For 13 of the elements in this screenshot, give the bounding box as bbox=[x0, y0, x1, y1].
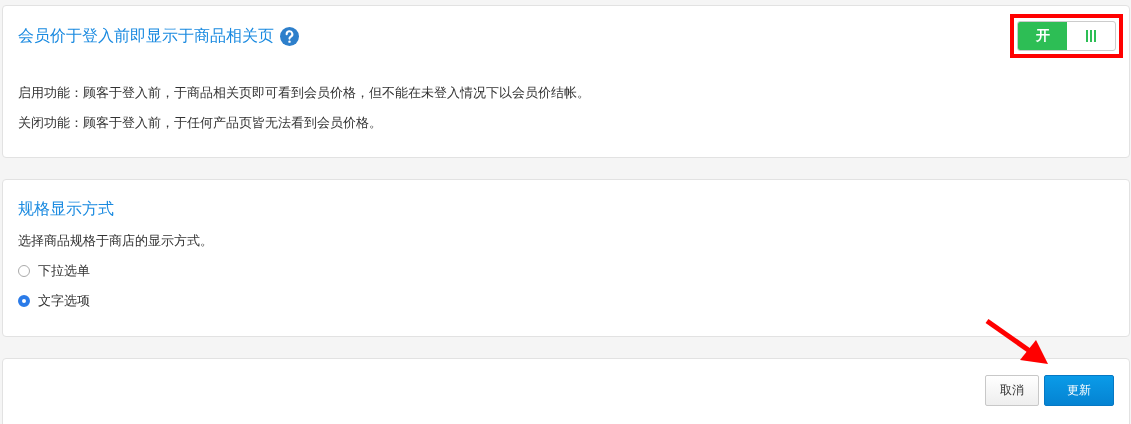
radio-label[interactable]: 下拉选单 bbox=[38, 262, 90, 280]
update-button[interactable]: 更新 bbox=[1044, 375, 1114, 406]
radio-button[interactable] bbox=[18, 295, 30, 307]
cancel-button[interactable]: 取消 bbox=[985, 375, 1039, 406]
description-text: 启用功能：顾客于登入前，于商品相关页即可看到会员价格，但不能在未登入情况下以会员价结帐。 bbox=[18, 84, 591, 102]
section-title: 规格显示方式 bbox=[18, 199, 115, 220]
grip-icon bbox=[1085, 29, 1097, 43]
description-text: 关闭功能：顾客于登入前，于任何产品页皆无法看到会员价格。 bbox=[18, 114, 383, 132]
radio-label[interactable]: 文字选项 bbox=[38, 292, 90, 310]
description-text: 选择商品规格于商店的显示方式。 bbox=[18, 232, 214, 250]
radio-button[interactable] bbox=[18, 265, 30, 277]
section-title: 会员价于登入前即显示于商品相关页 bbox=[18, 25, 274, 47]
help-icon[interactable] bbox=[280, 26, 299, 46]
